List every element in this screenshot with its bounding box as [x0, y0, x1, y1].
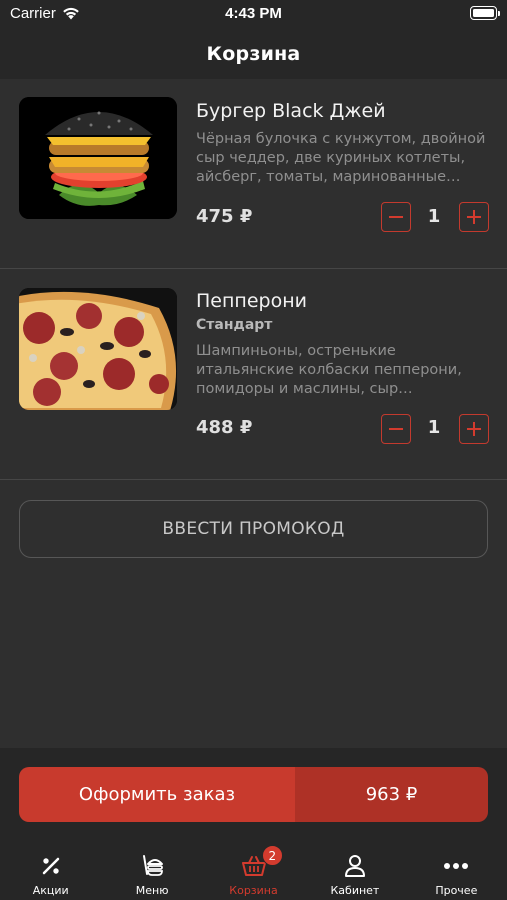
- percent-icon: [42, 857, 59, 875]
- minus-icon: [389, 216, 403, 218]
- nav-header: Корзина: [0, 28, 507, 79]
- burger-photo: [19, 97, 177, 219]
- increase-quantity-button[interactable]: [459, 414, 489, 444]
- promo-code-button[interactable]: ВВЕСТИ ПРОМОКОД: [19, 500, 488, 558]
- battery-icon: [470, 6, 500, 20]
- checkout-total: 963 ₽: [295, 767, 488, 822]
- item-variant: Стандарт: [196, 317, 273, 333]
- tab-more[interactable]: Прочее: [406, 842, 507, 900]
- plus-icon: [467, 422, 481, 436]
- page-title: Корзина: [206, 42, 301, 65]
- status-bar: Carrier 4:43 PM: [0, 0, 507, 28]
- minus-icon: [389, 428, 403, 430]
- pizza-photo: [19, 288, 177, 410]
- tab-bar: Акции Меню 2 Корзина Кабинет Прочее: [0, 842, 507, 900]
- promo-code-label: ВВЕСТИ ПРОМОКОД: [162, 519, 345, 539]
- profile-icon: [344, 855, 365, 877]
- quantity-value: 1: [427, 206, 441, 227]
- checkout-button[interactable]: Оформить заказ 963 ₽: [19, 767, 488, 822]
- checkout-label: Оформить заказ: [19, 767, 295, 822]
- decrease-quantity-button[interactable]: [381, 414, 411, 444]
- cart-item: Бургер Black Джей Чёрная булочка с кунжу…: [0, 79, 507, 269]
- decrease-quantity-button[interactable]: [381, 202, 411, 232]
- item-description: Чёрная булочка с кунжутом, двойной сыр ч…: [196, 131, 486, 185]
- quantity-value: 1: [427, 417, 441, 438]
- tab-menu[interactable]: Меню: [101, 842, 202, 900]
- tab-label: Прочее: [435, 884, 478, 897]
- tab-label: Корзина: [229, 884, 278, 897]
- tab-label: Меню: [135, 884, 169, 897]
- item-price: 475 ₽: [196, 206, 253, 227]
- tab-promotions[interactable]: Акции: [0, 842, 101, 900]
- tab-label: Акции: [32, 884, 69, 897]
- tab-cart[interactable]: 2 Корзина: [203, 842, 304, 900]
- item-name: Пепперони: [196, 290, 307, 312]
- cart-count-badge: 2: [261, 845, 283, 866]
- item-price: 488 ₽: [196, 417, 253, 438]
- increase-quantity-button[interactable]: [459, 202, 489, 232]
- cart-item: Пепперони Стандарт Шампиньоны, остреньки…: [0, 269, 507, 480]
- item-name: Бургер Black Джей: [196, 100, 386, 122]
- plus-icon: [467, 210, 481, 224]
- tab-profile[interactable]: Кабинет: [304, 842, 405, 900]
- menu-icon: [143, 855, 164, 876]
- more-icon: [444, 863, 469, 869]
- status-time: 4:43 PM: [225, 5, 282, 22]
- tab-label: Кабинет: [330, 884, 380, 897]
- item-description: Шампиньоны, остренькие итальянские колба…: [196, 343, 462, 397]
